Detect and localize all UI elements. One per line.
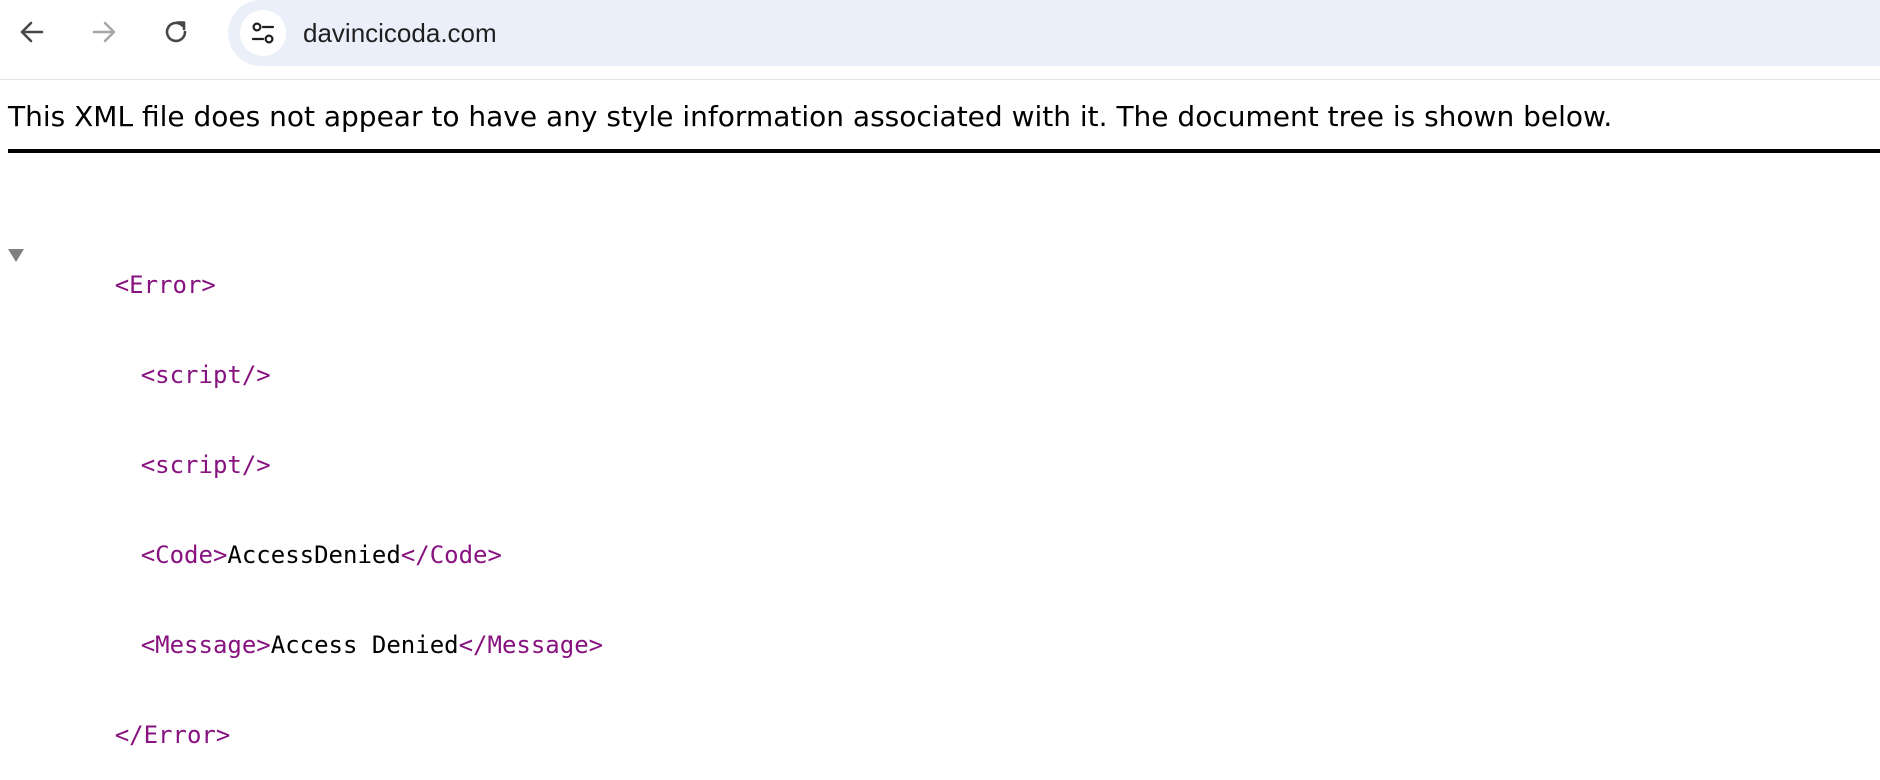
arrow-right-icon [92,21,116,43]
xml-tag: <script/> [140,361,271,389]
back-button[interactable] [10,10,54,54]
xml-tag: <script/> [140,451,271,479]
address-bar[interactable]: davincicoda.com [228,0,1880,66]
xml-line-script: <script/> [0,420,603,479]
arrow-left-icon [20,21,44,43]
xml-line-script: <script/> [0,330,603,389]
xml-line-error-close: </Error> [0,690,603,749]
xml-text: AccessDenied [227,541,401,569]
xml-tag: </Code> [400,541,502,569]
forward-button[interactable] [82,10,126,54]
xml-text: Access Denied [270,631,459,659]
url-text[interactable]: davincicoda.com [303,17,497,49]
site-info-button[interactable] [240,10,286,56]
tune-icon [251,22,275,44]
collapse-triangle-icon[interactable] [8,249,24,262]
xml-line-error-open: <Error> [0,240,603,299]
xml-line-message: <Message>Access Denied</Message> [0,600,603,659]
xml-info-message: This XML file does not appear to have an… [8,100,1613,133]
divider [8,149,1880,153]
xml-tag: </Error> [114,721,231,749]
xml-tag: </Message> [458,631,604,659]
xml-tag: <Message> [140,631,271,659]
reload-icon [165,21,187,43]
xml-tree: <Error> <script/> <script/> <Code>Access… [0,180,603,780]
xml-tag: <Code> [140,541,228,569]
xml-line-code: <Code>AccessDenied</Code> [0,510,603,569]
reload-button[interactable] [154,10,198,54]
browser-toolbar: davincicoda.com [0,0,1880,80]
xml-tag: <Error> [114,271,216,299]
